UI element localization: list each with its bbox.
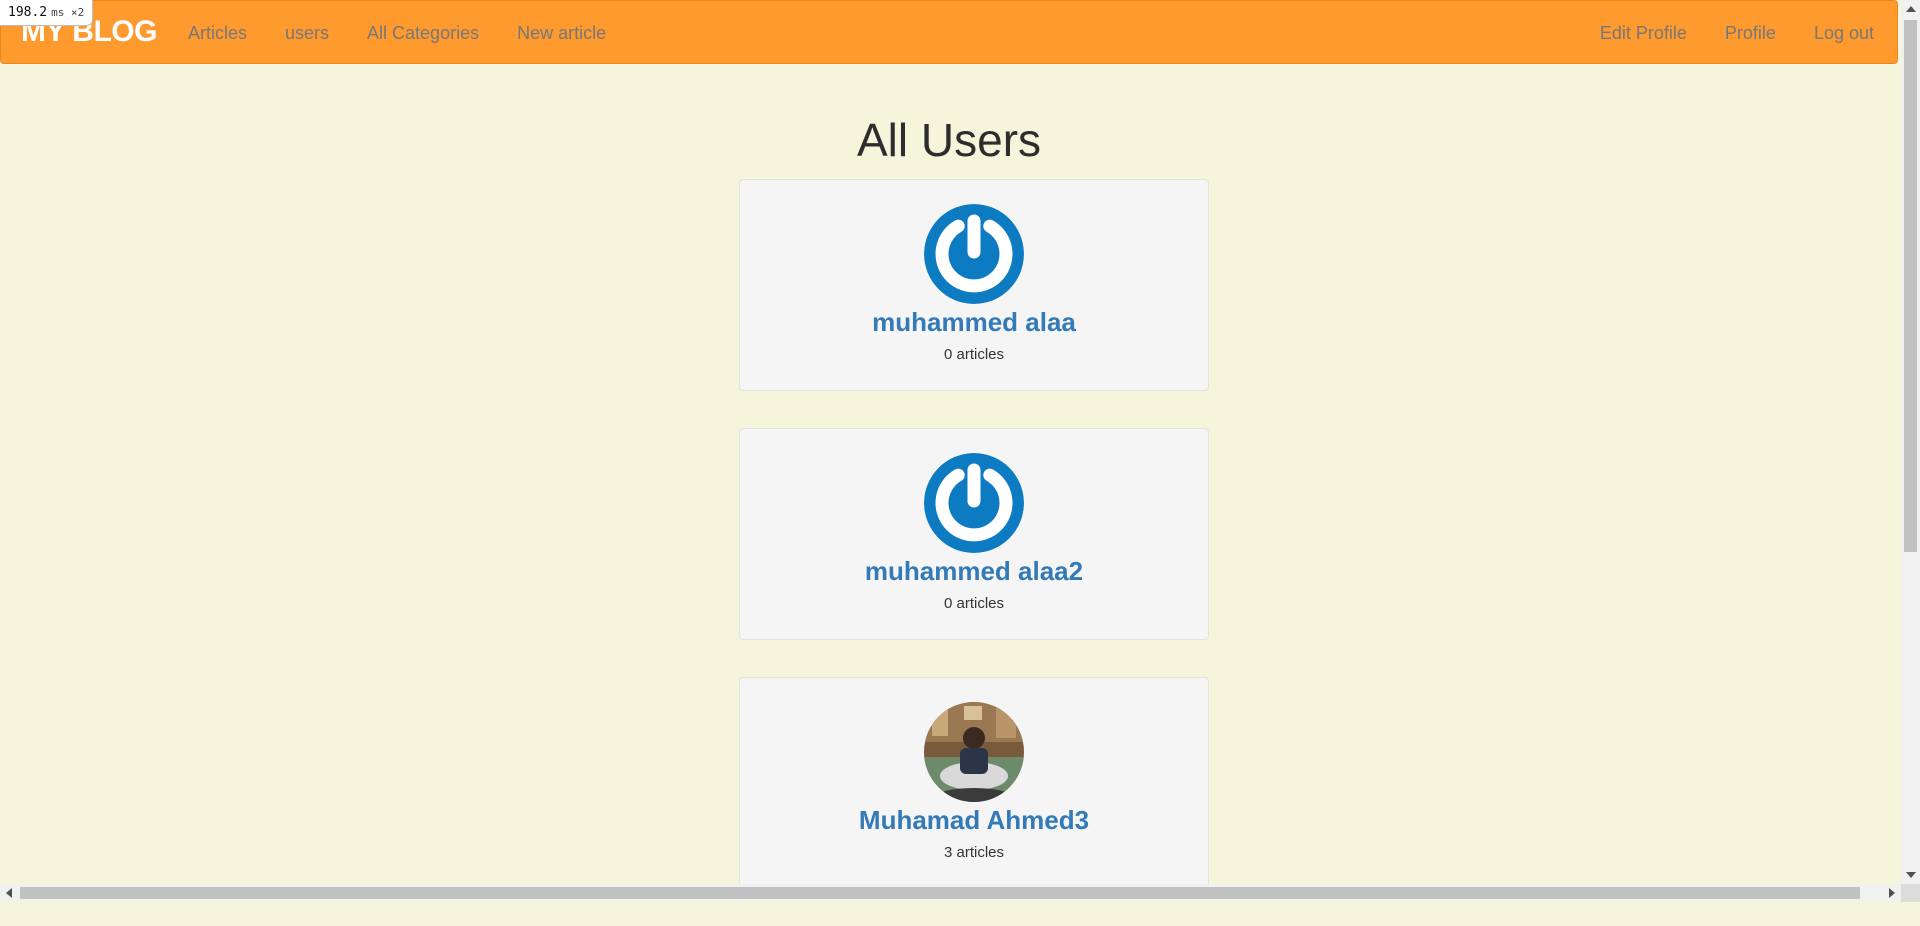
- user-card: Muhamad Ahmed3 3 articles: [739, 677, 1209, 889]
- user-name-link[interactable]: Muhamad Ahmed3: [740, 804, 1208, 836]
- page-title: All Users: [856, 114, 1042, 166]
- user-list: muhammed alaa 0 articles muhammed alaa2 …: [739, 179, 1209, 926]
- horizontal-scrollbar[interactable]: [0, 884, 1901, 902]
- scroll-down-arrow-icon[interactable]: [1906, 872, 1916, 878]
- nav-all-categories-link[interactable]: All Categories: [348, 1, 498, 65]
- nav-left: Articles users All Categories New articl…: [169, 1, 625, 65]
- vertical-scroll-thumb[interactable]: [1904, 20, 1917, 552]
- nav-edit-profile-link[interactable]: Edit Profile: [1581, 1, 1706, 65]
- nav-profile-link[interactable]: Profile: [1706, 1, 1795, 65]
- scrollbar-corner: [1901, 884, 1920, 902]
- article-count: 0 articles: [943, 595, 1005, 612]
- nav-users-link[interactable]: users: [266, 1, 348, 65]
- scroll-up-arrow-icon[interactable]: [1906, 6, 1916, 12]
- user-name-link[interactable]: muhammed alaa2: [740, 555, 1208, 587]
- user-card: muhammed alaa 0 articles: [739, 179, 1209, 391]
- perf-unit: ms ×2: [51, 6, 85, 19]
- perf-value: 198.2: [8, 5, 48, 20]
- perf-badge: 198.2 ms ×2: [0, 0, 94, 26]
- vertical-scrollbar[interactable]: [1901, 0, 1920, 884]
- scroll-left-arrow-icon[interactable]: [6, 888, 12, 898]
- user-card: muhammed alaa2 0 articles: [739, 428, 1209, 640]
- nav-log-out-link[interactable]: Log out: [1795, 1, 1893, 65]
- power-logo-icon[interactable]: [924, 453, 1024, 553]
- article-count: 3 articles: [943, 844, 1005, 861]
- horizontal-scroll-thumb[interactable]: [20, 887, 1860, 899]
- nav-articles-link[interactable]: Articles: [169, 1, 266, 65]
- profile-photo[interactable]: [924, 702, 1024, 802]
- user-name-link[interactable]: muhammed alaa: [740, 306, 1208, 338]
- navbar: MY BLOG Articles users All Categories Ne…: [0, 0, 1898, 64]
- nav-right: Edit Profile Profile Log out: [1581, 1, 1893, 65]
- article-count: 0 articles: [943, 346, 1005, 363]
- nav-new-article-link[interactable]: New article: [498, 1, 625, 65]
- power-logo-icon[interactable]: [924, 204, 1024, 304]
- scroll-right-arrow-icon[interactable]: [1889, 888, 1895, 898]
